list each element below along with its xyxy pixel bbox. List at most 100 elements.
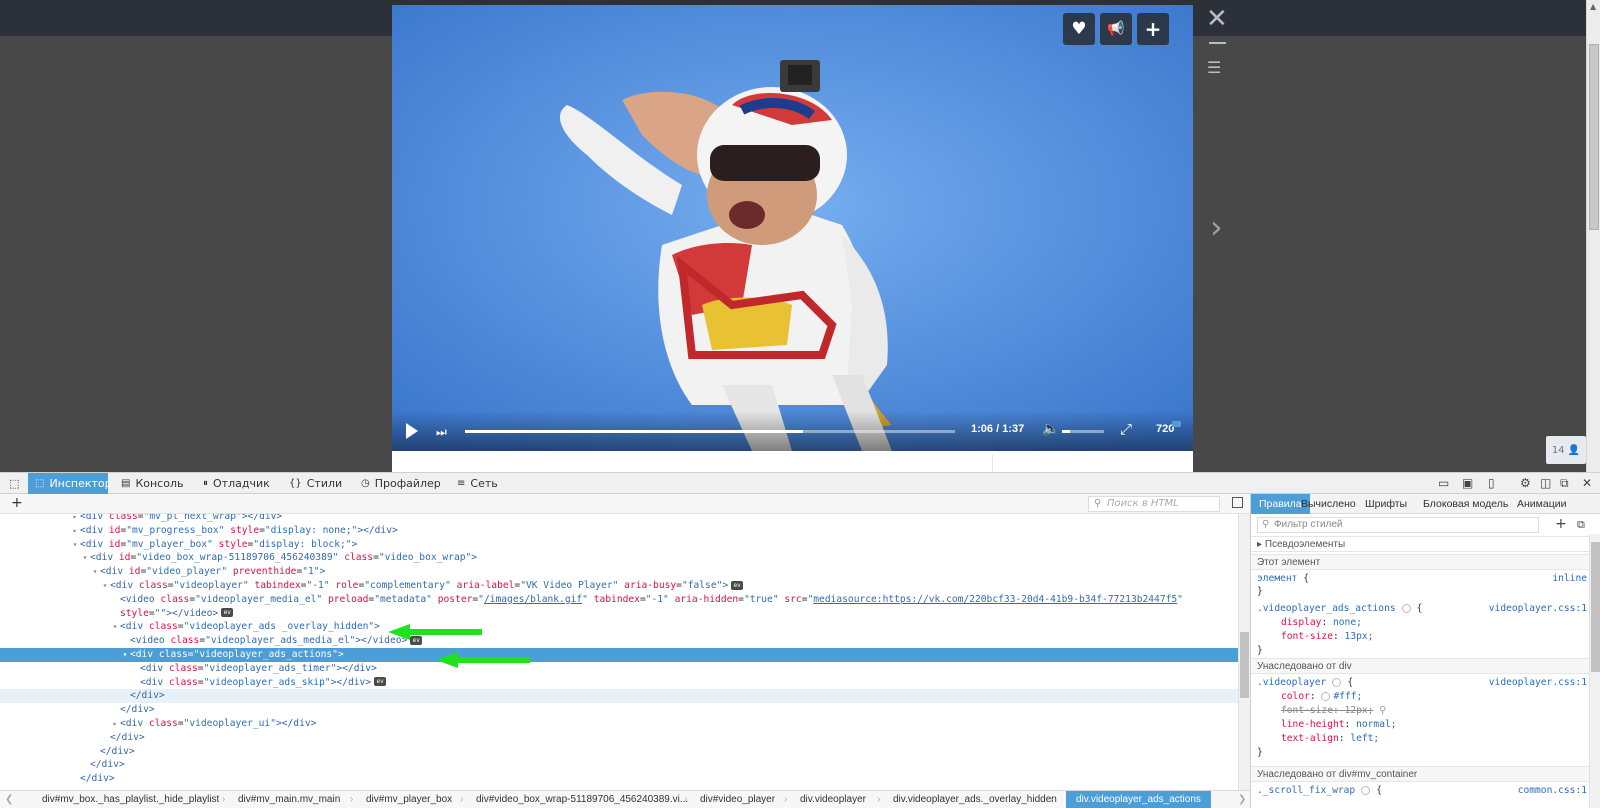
share-button[interactable]: 📢 (1100, 13, 1132, 45)
property-value[interactable]: normal; (1356, 719, 1396, 730)
expand-toggle-icon[interactable]: ▾ (100, 579, 110, 593)
element-source[interactable]: inline (1552, 572, 1587, 586)
markup-scrollbar[interactable] (1238, 514, 1250, 790)
responsive-icon[interactable]: ▣ (1462, 476, 1473, 490)
sidebar-tab[interactable]: Блоковая модель (1415, 494, 1516, 514)
fullscreen-icon[interactable]: ⤢ (1120, 420, 1132, 438)
toggle-sidebar-icon[interactable] (1232, 497, 1243, 508)
breadcrumb-item[interactable]: div#mv_box._has_playlist._hide_playlist (42, 791, 219, 808)
property-value[interactable]: #fff; (1333, 691, 1362, 702)
rule-header[interactable]: .videoplayer_ads_actions{ videoplayer.cs… (1257, 602, 1587, 616)
sidebar-tab[interactable]: Анимации (1509, 494, 1574, 514)
scroll-up-arrow-icon[interactable]: ▲ (1590, 2, 1596, 11)
markup-node[interactable]: ▸ <div class="videoplayer_ui"></div> (0, 717, 1238, 731)
pick-element-button[interactable]: ⬚ (2, 473, 26, 494)
progress-bar[interactable] (465, 430, 955, 433)
close-icon[interactable]: ✕ (1206, 4, 1228, 34)
phone-icon[interactable]: ▯ (1488, 476, 1495, 490)
rule-property[interactable]: color: #fff; (1257, 690, 1587, 704)
markup-scrollbar-thumb[interactable] (1240, 632, 1249, 698)
add-video-button[interactable]: + (1137, 13, 1169, 45)
playlist-icon[interactable]: ☰ (1207, 58, 1221, 77)
style-filter-input[interactable]: ⚲ Фильтр стилей (1257, 517, 1539, 533)
rules-scrollbar[interactable] (1589, 534, 1600, 808)
crumbs-right-icon[interactable]: ❯ (1238, 791, 1246, 808)
pseudo-elements-toggle[interactable]: ▸ Псевдоэлементы (1251, 536, 1589, 552)
next-button[interactable]: ⏭ (436, 425, 447, 440)
tab-braces[interactable]: {} Стили (282, 473, 348, 494)
property-name[interactable]: text-align (1281, 733, 1339, 744)
markup-node[interactable]: </div> (0, 758, 1238, 772)
markup-node[interactable]: </div> (0, 745, 1238, 759)
property-name[interactable]: font-size (1281, 631, 1333, 642)
breadcrumb-item[interactable]: div.videoplayer_ads_actions (1066, 791, 1211, 808)
tab-profiler[interactable]: ◷ Профайлер (354, 473, 442, 494)
search-icon[interactable]: ⚲ (1379, 705, 1386, 716)
tab-network[interactable]: ≡ Сеть (450, 473, 500, 494)
property-name[interactable]: color (1281, 691, 1310, 702)
expand-toggle-icon[interactable]: ▾ (80, 551, 90, 565)
markup-node[interactable]: </div> (0, 772, 1238, 786)
markup-node[interactable]: </div> (0, 689, 1238, 704)
rules-scrollbar-thumb[interactable] (1591, 542, 1600, 672)
element-rule[interactable]: элемент { inline (1257, 572, 1587, 586)
markup-view[interactable]: ▸ <div class="mv_pl_next_wrap"></div> ▸ <di… (0, 514, 1238, 790)
play-button[interactable] (406, 423, 418, 439)
markup-node[interactable]: ▸ <div id="mv_progress_box" style="displa… (0, 524, 1238, 538)
minimize-icon[interactable] (1209, 42, 1226, 44)
markup-node-selected[interactable]: ▾ <div class="videoplayer_ads_actions"> (0, 648, 1238, 662)
breadcrumb-item[interactable]: div#video_box_wrap-51189706_456240389.vi… (476, 791, 688, 808)
viewers-badge[interactable]: 14 👤 (1546, 436, 1586, 464)
expand-toggle-icon[interactable]: ▾ (90, 565, 100, 579)
markup-node[interactable]: </div> (0, 703, 1238, 717)
volume-icon[interactable]: 🔈 (1042, 421, 1059, 437)
rule-property[interactable]: text-align: left; (1257, 732, 1587, 746)
expand-toggle-icon[interactable]: ▸ (70, 514, 80, 524)
page-scrollbar[interactable]: ▲ (1586, 0, 1600, 472)
dock-icon[interactable]: ▭ (1438, 476, 1449, 490)
breadcrumb-item[interactable]: div#mv_player_box (366, 791, 452, 808)
markup-node[interactable]: ▾ <div class="videoplayer_ads _overlay_hi… (0, 620, 1238, 634)
undock-icon[interactable]: ⧉ (1560, 476, 1569, 491)
video-player[interactable]: ♥ 📢 + ⏭ 1:06 / 1:37 🔈 ⤢ 720 (392, 5, 1193, 451)
rule-property[interactable]: font-size: 13px; (1257, 630, 1587, 644)
markup-node[interactable]: <video class="videoplayer_media_el" prel… (0, 593, 1238, 607)
add-rule-icon[interactable]: + (1555, 516, 1567, 532)
expand-toggle-icon[interactable]: ▸ (70, 524, 80, 538)
like-button[interactable]: ♥ (1063, 13, 1095, 45)
expand-toggle-icon[interactable]: ▾ (110, 620, 120, 634)
property-name[interactable]: display (1281, 617, 1321, 628)
crumbs-left-icon[interactable]: ❮ (5, 791, 13, 808)
expand-toggle-icon[interactable]: ▾ (70, 538, 80, 552)
page-scrollbar-thumb[interactable] (1589, 44, 1599, 230)
tab-debugger[interactable]: ⏸ Отладчик (196, 473, 276, 494)
expand-toggle-icon[interactable]: ▸ (110, 717, 120, 731)
breadcrumb-item[interactable]: div.videoplayer_ads._overlay_hidden (893, 791, 1057, 808)
markup-node[interactable]: ▾ <div id="video_player" preventhide="1"> (0, 565, 1238, 579)
html-search-input[interactable]: ⚲ Поиск в HTML (1088, 496, 1220, 512)
rule-property[interactable]: display: none; (1257, 616, 1587, 630)
settings-icon[interactable]: ⚙ (1520, 476, 1531, 490)
rule-header[interactable]: ._scroll_fix_wrap{ common.css:1 (1257, 784, 1587, 798)
gear-icon[interactable] (1361, 785, 1371, 795)
markup-node[interactable]: </div> (0, 731, 1238, 745)
markup-node[interactable]: ▾ <div id="mv_player_box" style="display:… (0, 538, 1238, 552)
tab-console[interactable]: ▤ Консоль (114, 473, 188, 494)
markup-node[interactable]: <div class="videoplayer_ads_skip"></div>… (0, 676, 1238, 690)
color-swatch[interactable] (1321, 691, 1331, 701)
volume-slider[interactable] (1062, 430, 1104, 433)
rule-source-link[interactable]: common.css:1 (1518, 784, 1587, 798)
rule-header[interactable]: .videoplayer{ videoplayer.css:1 (1257, 676, 1587, 690)
markup-node[interactable]: style=""></video> ev (0, 607, 1238, 621)
rule-source-link[interactable]: videoplayer.css:1 (1489, 676, 1587, 690)
rule-property[interactable]: line-height: normal; (1257, 718, 1587, 732)
markup-node[interactable]: <div class="videoplayer_ads_timer"></div… (0, 662, 1238, 676)
sidebar-tab[interactable]: Вычислено (1293, 494, 1364, 514)
property-name[interactable]: line-height (1281, 719, 1345, 730)
toggle-pseudo-class-icon[interactable]: ⧉ (1577, 518, 1585, 532)
markup-node[interactable]: <video class="videoplayer_ads_media_el">… (0, 634, 1238, 648)
markup-node[interactable]: ▸ <div class="mv_pl_next_wrap"></div> (0, 514, 1238, 524)
property-value[interactable]: none; (1333, 617, 1362, 628)
markup-node[interactable]: ▾ <div id="video_box_wrap-51189706_456240… (0, 551, 1238, 565)
breadcrumb-item[interactable]: div.videoplayer (800, 791, 866, 808)
